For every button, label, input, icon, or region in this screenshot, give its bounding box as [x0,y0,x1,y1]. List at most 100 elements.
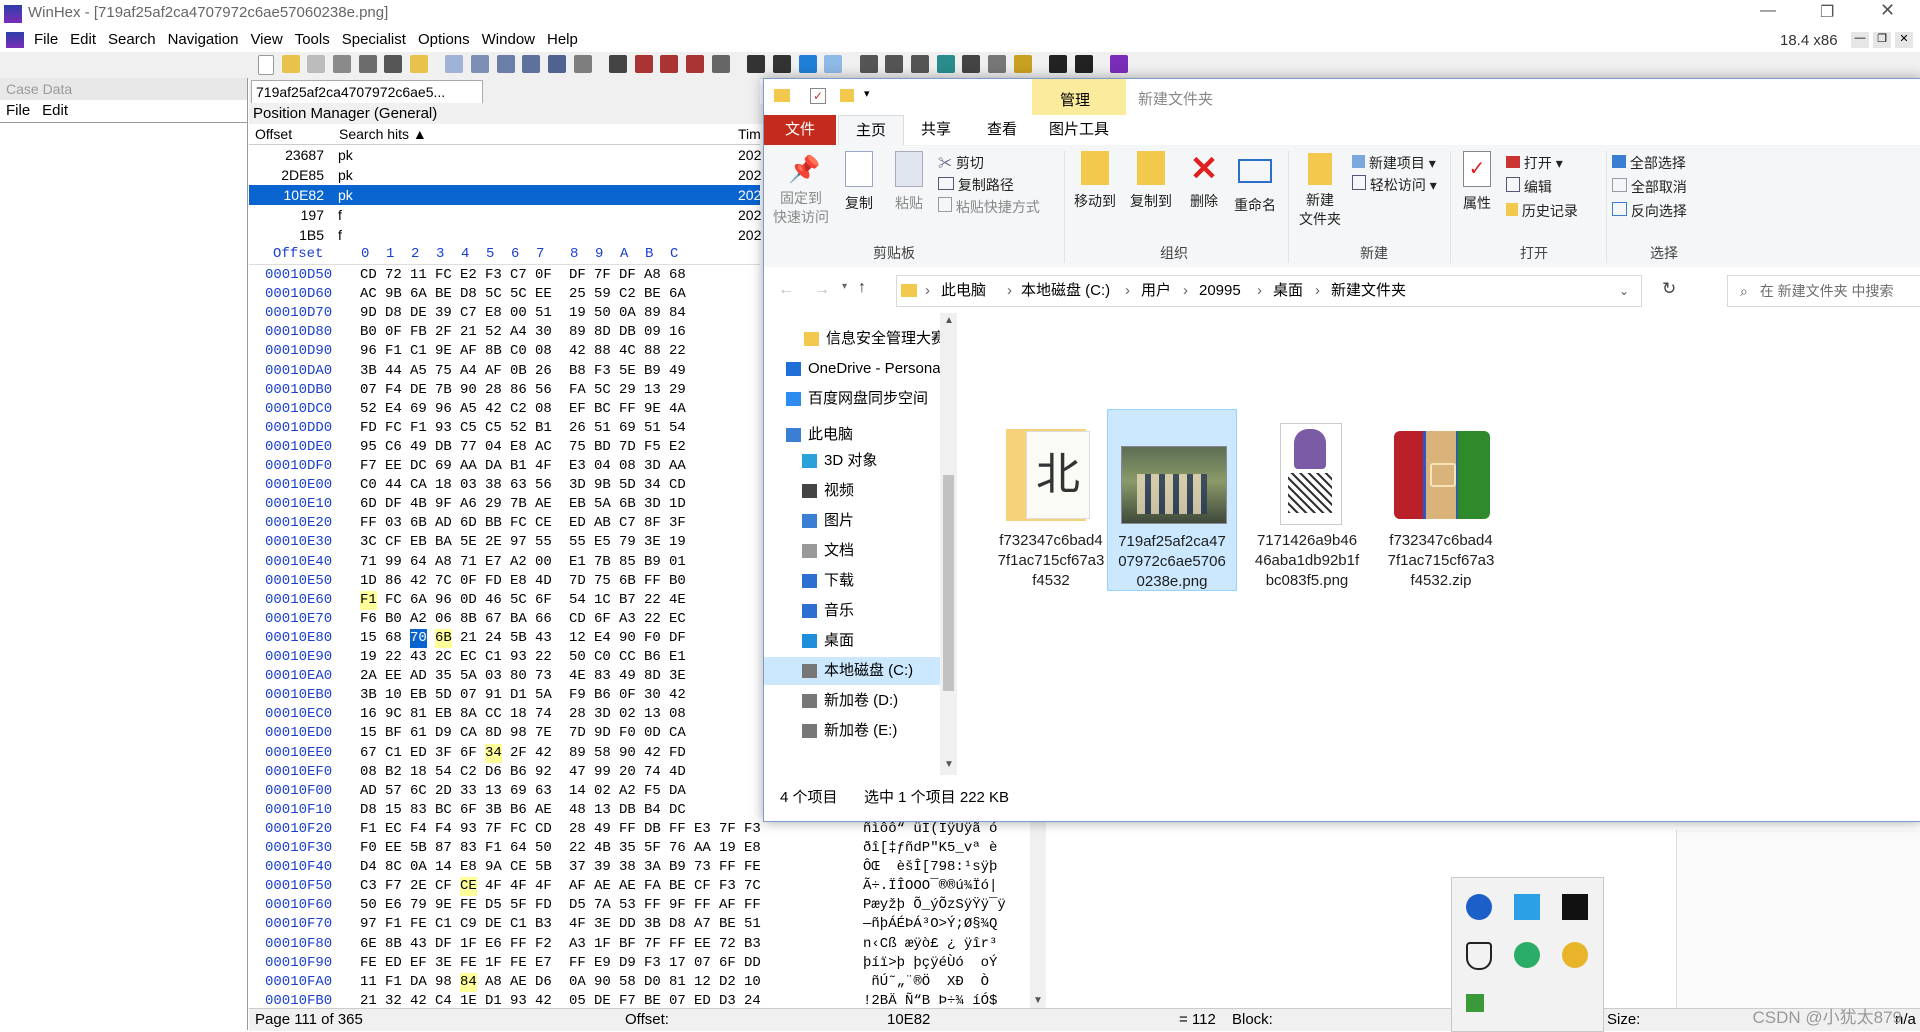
hex-byte[interactable]: BA [435,533,452,552]
invert-selection-button[interactable]: 反向选择 [1612,201,1687,221]
menu-view[interactable]: View [244,28,288,52]
hex-byte[interactable]: 1F [594,935,611,954]
hex-byte[interactable]: 8A [460,705,477,724]
hex-byte[interactable]: A5 [460,400,477,419]
new-item-button[interactable]: 新建项目 ▾ [1352,153,1436,173]
back-icon[interactable] [798,55,817,73]
hex-byte[interactable]: 9C [385,705,402,724]
hex-byte[interactable]: 22 [644,610,661,629]
menu-file[interactable]: File [28,28,64,52]
menu-help[interactable]: Help [541,28,584,52]
hex-byte[interactable]: 28 [569,705,586,724]
editor-tab[interactable]: 719af25af2ca4707972c6ae5... [251,80,483,103]
hex-byte[interactable]: 43 [410,935,427,954]
hex-byte[interactable]: 2D [435,782,452,801]
hex-byte[interactable]: 67 [360,744,377,763]
hex-byte[interactable]: 49 [410,438,427,457]
case-menu-file[interactable]: File [0,102,36,119]
hex-byte[interactable]: 0B [510,362,527,381]
menu-specialist[interactable]: Specialist [336,28,412,52]
hex-byte[interactable]: A8 [435,553,452,572]
hex-byte[interactable]: 93 [510,648,527,667]
hex-byte[interactable]: 6D [460,514,477,533]
hex-byte[interactable]: DE [410,304,427,323]
nav-item[interactable]: 视频 [764,477,940,505]
hex-byte[interactable]: 08 [535,342,552,361]
hex-byte[interactable]: CD [669,476,686,495]
hex-byte[interactable]: 2A [360,667,377,686]
hex-byte[interactable]: 9F [669,896,686,915]
hex-byte[interactable]: 93 [435,419,452,438]
hex-byte[interactable]: 3E [669,667,686,686]
hex-byte[interactable]: CC [485,705,502,724]
breadcrumb-new-folder[interactable]: 新建文件夹 [1331,276,1406,306]
hex-byte[interactable]: A2 [410,610,427,629]
pin-quick-access-button[interactable]: 📌 固定到 快速访问 [770,149,832,227]
hex-byte[interactable]: 3B [485,801,502,820]
hex-byte[interactable]: F3 [744,820,761,839]
hex-byte[interactable]: F0 [619,724,636,743]
hex-byte[interactable]: E6 [385,896,402,915]
hex-byte[interactable]: 4F [569,915,586,934]
hex-byte[interactable]: 5F [644,839,661,858]
hex-byte[interactable]: ED [569,514,586,533]
hex-byte[interactable]: 8C [385,858,402,877]
hex-byte[interactable]: 42 [569,342,586,361]
hex-byte[interactable]: 52 [485,323,502,342]
hex-byte[interactable]: E7 [485,553,502,572]
hex-byte[interactable]: 0D [460,591,477,610]
hex-byte[interactable]: 38 [619,858,636,877]
hex-byte[interactable]: D8 [460,285,477,304]
hex-byte[interactable]: 49 [594,820,611,839]
select-all-button[interactable]: 全部选择 [1612,153,1686,173]
hex-byte[interactable]: 42 [644,744,661,763]
hex-byte[interactable]: 11 [410,266,427,285]
hex-byte[interactable]: BE [669,877,686,896]
hex-byte[interactable]: 07 [460,686,477,705]
navigation-scroll-thumb[interactable] [943,475,954,691]
hex-byte[interactable]: 15 [360,724,377,743]
hex-byte[interactable]: FE [410,915,427,934]
hex-byte[interactable]: 68 [669,266,686,285]
hex-byte[interactable]: 58 [594,744,611,763]
print-icon[interactable] [332,55,351,73]
hex-byte[interactable]: 3B [360,362,377,381]
hex-byte[interactable]: F7 [360,457,377,476]
hex-byte[interactable]: 90 [619,629,636,648]
forward-icon[interactable] [824,55,843,73]
hex-byte[interactable]: 7D [619,438,636,457]
hex-byte[interactable]: 9E [435,342,452,361]
hex-byte[interactable]: AA [694,839,711,858]
hex-byte[interactable]: 08 [619,457,636,476]
hex-byte[interactable]: 01 [669,553,686,572]
hex-byte[interactable]: 17 [669,954,686,973]
hex-byte[interactable]: 81 [410,705,427,724]
hex-byte[interactable]: F6 [360,610,377,629]
breadcrumb-this-pc[interactable]: 此电脑 [941,276,986,306]
hex-byte[interactable]: FE [744,858,761,877]
hex-byte[interactable]: 89 [569,323,586,342]
hex-byte[interactable]: 6C [410,782,427,801]
hex-byte[interactable]: 42 [535,744,552,763]
hex-byte[interactable]: 6B [619,495,636,514]
paste-icon[interactable] [522,55,541,73]
hex-byte[interactable]: CD [360,266,377,285]
hex-byte[interactable]: E1 [569,553,586,572]
properties-button[interactable]: ✓ 属性 [1454,149,1500,213]
hex-byte[interactable]: 75 [435,362,452,381]
hex-byte[interactable]: DB [435,438,452,457]
hex-byte[interactable]: 2C [435,648,452,667]
nav-item[interactable]: 百度网盘同步空间 [764,385,940,413]
hex-byte[interactable]: 5B [535,858,552,877]
hex-byte[interactable]: 99 [594,763,611,782]
hex-byte[interactable]: C9 [460,915,477,934]
hex-byte[interactable]: D9 [619,954,636,973]
hex-byte[interactable]: FF [644,896,661,915]
copy-button[interactable]: 复制 [836,149,882,213]
next-block-icon[interactable] [1074,55,1093,73]
hex-byte[interactable]: DB [644,820,661,839]
hex-byte[interactable]: 3D [644,457,661,476]
tab-home[interactable]: 主页 [838,115,904,146]
open-button[interactable]: 打开 ▾ [1506,153,1563,173]
hex-byte[interactable]: EB [435,705,452,724]
